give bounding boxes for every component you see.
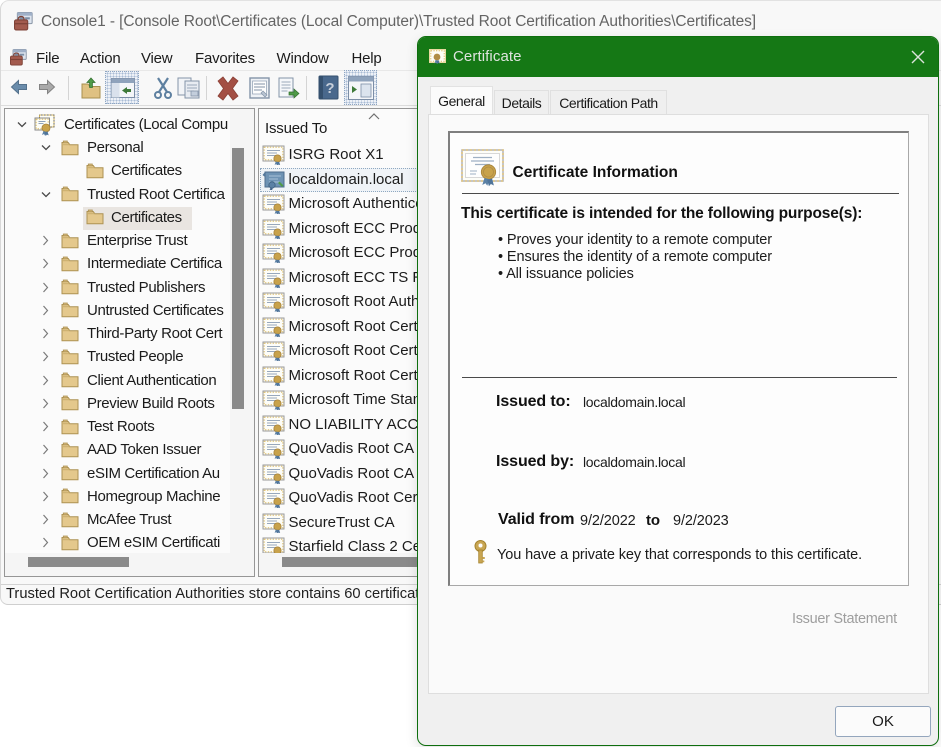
svg-text:?: ? — [325, 80, 334, 97]
